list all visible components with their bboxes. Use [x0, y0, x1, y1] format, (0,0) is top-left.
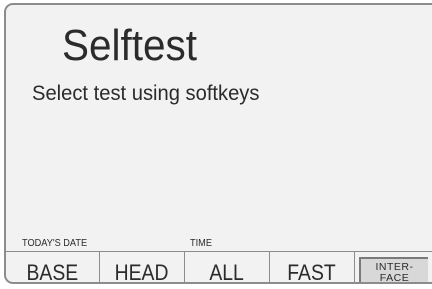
softkey-head-label: HEAD — [115, 259, 169, 284]
softkey-interface-label-line1: INTER- — [375, 260, 414, 273]
instruction-text: Select test using softkeys — [32, 82, 260, 105]
todays-date-label: TODAY'S DATE — [22, 238, 88, 249]
softkey-fast[interactable]: FAST — [270, 252, 355, 284]
softkey-fast-label: FAST — [287, 259, 337, 284]
softkey-bar: BASE HEAD ALL FAST INTER- FACE — [6, 251, 432, 284]
softkey-interface[interactable]: INTER- FACE — [355, 252, 432, 284]
softkey-base[interactable]: BASE — [6, 252, 100, 284]
softkey-base-label: BASE — [26, 259, 79, 284]
softkey-interface-face[interactable]: INTER- FACE — [359, 256, 428, 284]
softkey-all[interactable]: ALL — [185, 252, 270, 284]
softkey-head[interactable]: HEAD — [100, 252, 185, 284]
page-title: Selftest — [62, 21, 198, 70]
softkey-all-label: ALL — [209, 259, 245, 284]
lcd-screen: Selftest Select test using softkeys TODA… — [4, 3, 432, 284]
softkey-interface-label-line2: FACE — [379, 271, 410, 284]
time-label: TIME — [190, 238, 212, 249]
